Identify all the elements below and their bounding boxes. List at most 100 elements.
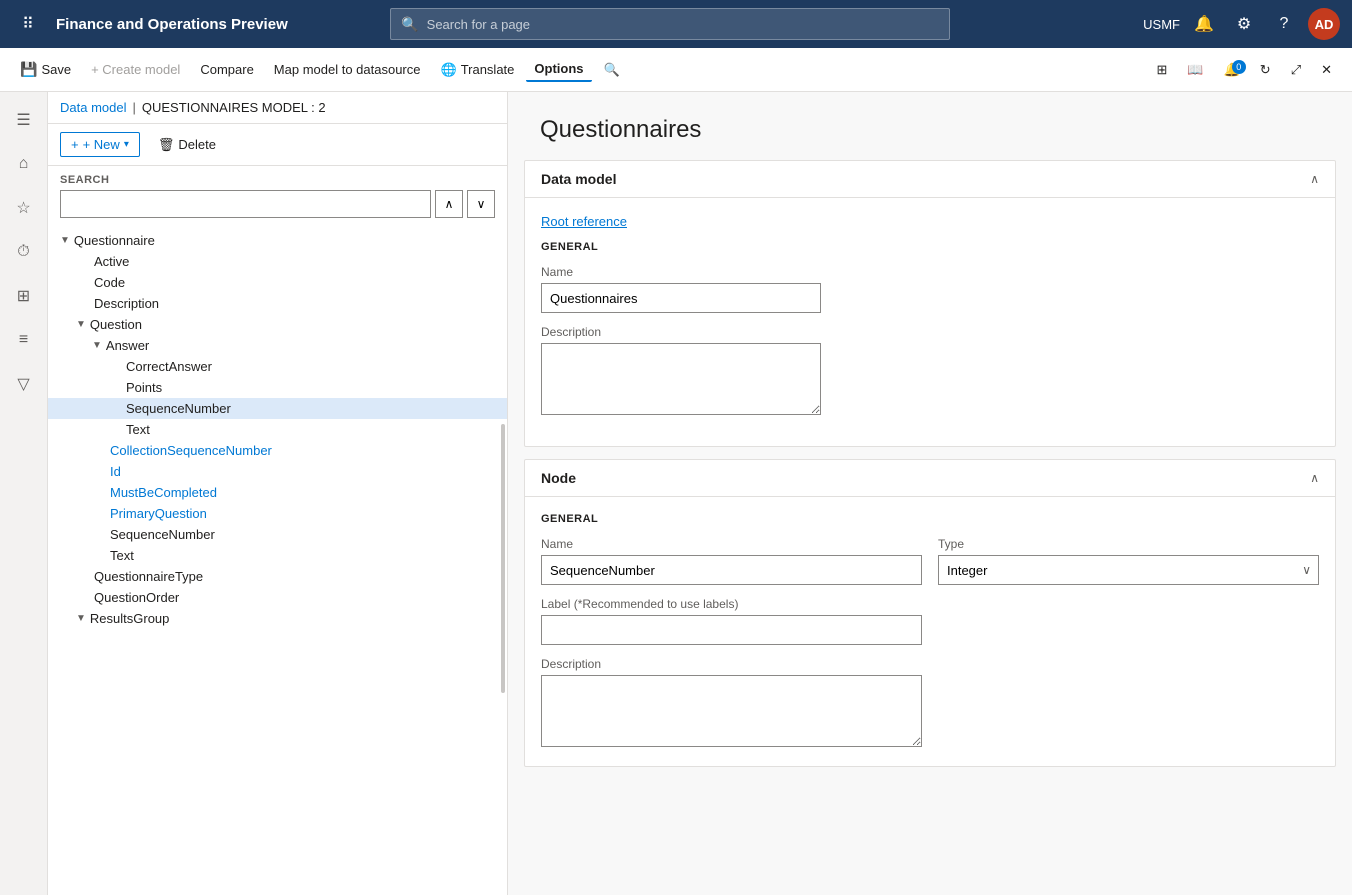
breadcrumb-separator: | — [132, 100, 135, 115]
apps-menu-button[interactable]: ⠿ — [12, 8, 44, 40]
tree-header: Data model | QUESTIONNAIRES MODEL : 2 — [48, 92, 507, 124]
data-model-general-label: GENERAL — [541, 241, 1319, 253]
tree-content: ▼ Questionnaire Active Code Description … — [48, 222, 507, 895]
filter-toolbar-button[interactable]: 🔍 — [596, 58, 628, 82]
sidebar-recent-button[interactable]: ⏱ — [4, 232, 44, 272]
delete-icon: 🗑 — [158, 137, 175, 153]
notification-toolbar-button[interactable]: 🔔 0 — [1216, 58, 1248, 82]
search-down-button[interactable]: ∨ — [467, 190, 495, 218]
toggle-questionnaire[interactable]: ▼ — [60, 235, 70, 246]
label-field-label: Label (*Recommended to use labels) — [541, 597, 922, 611]
help-button[interactable]: ? — [1268, 8, 1300, 40]
data-model-section: Data model ∧ Root reference GENERAL Name… — [524, 160, 1336, 447]
search-row: ∧ ∨ — [60, 190, 495, 218]
label-field-group: Label (*Recommended to use labels) — [541, 597, 922, 645]
tree-item-answer[interactable]: ▼ Answer — [48, 335, 507, 356]
expand-button[interactable]: ⤢ — [1283, 58, 1309, 82]
notifications-button[interactable]: 🔔 — [1188, 8, 1220, 40]
tree-item-code[interactable]: Code — [48, 272, 507, 293]
data-model-section-header[interactable]: Data model ∧ — [525, 161, 1335, 198]
node-description-textarea[interactable] — [541, 675, 922, 747]
sidebar-home-button[interactable]: ⌂ — [4, 144, 44, 184]
root-reference-link[interactable]: Root reference — [541, 214, 1319, 241]
tree-item-questionnaire[interactable]: ▼ Questionnaire — [48, 230, 507, 251]
tree-item-description[interactable]: Description — [48, 293, 507, 314]
toggle-answer[interactable]: ▼ — [92, 340, 102, 351]
search-input[interactable] — [427, 17, 940, 32]
tree-item-text-answer[interactable]: Text — [48, 419, 507, 440]
tree-item-collectionsequencenumber[interactable]: CollectionSequenceNumber — [48, 440, 507, 461]
sidebar-favorites-button[interactable]: ☆ — [4, 188, 44, 228]
scrollbar[interactable] — [501, 424, 505, 693]
bookmark-button[interactable]: 📖 — [1179, 58, 1211, 82]
refresh-button[interactable]: ↻ — [1252, 58, 1279, 82]
name-field-label: Name — [541, 265, 1319, 279]
tree-item-questionorder[interactable]: QuestionOrder — [48, 587, 507, 608]
puzzle-icon: ⊞ — [1157, 62, 1168, 78]
node-name-input[interactable] — [541, 555, 922, 585]
tree-item-id[interactable]: Id — [48, 461, 507, 482]
node-section-header[interactable]: Node ∧ — [525, 460, 1335, 497]
search-up-button[interactable]: ∧ — [435, 190, 463, 218]
company-label: USMF — [1143, 17, 1180, 32]
type-field-label: Type — [938, 537, 1319, 551]
search-icon: 🔍 — [401, 16, 418, 33]
tree-item-sequencenumber[interactable]: SequenceNumber — [48, 398, 507, 419]
compare-button[interactable]: Compare — [192, 58, 261, 81]
new-button[interactable]: + + New ▾ — [60, 132, 140, 157]
node-description-field-group: Description — [541, 657, 922, 750]
tree-item-questionnairetype[interactable]: QuestionnaireType — [48, 566, 507, 587]
description-field-textarea[interactable] — [541, 343, 821, 415]
filter-icon: 🔍 — [604, 62, 620, 78]
tree-item-mustbecompleted[interactable]: MustBeCompleted — [48, 482, 507, 503]
toggle-resultsgroup[interactable]: ▼ — [76, 613, 86, 624]
name-field-input[interactable] — [541, 283, 821, 313]
sidebar-list-button[interactable]: ≡ — [4, 320, 44, 360]
tree-item-text-question[interactable]: Text — [48, 545, 507, 566]
node-section-title: Node — [541, 470, 576, 486]
label-field-input[interactable] — [541, 615, 922, 645]
sidebar-menu-button[interactable]: ☰ — [4, 100, 44, 140]
global-search[interactable]: 🔍 — [390, 8, 950, 40]
tree-item-correctanswer[interactable]: CorrectAnswer — [48, 356, 507, 377]
map-button[interactable]: Map model to datasource — [266, 58, 429, 81]
delete-button[interactable]: 🗑 Delete — [148, 133, 226, 157]
tree-panel: Data model | QUESTIONNAIRES MODEL : 2 + … — [48, 92, 508, 895]
node-section-body: GENERAL Name Label (*Recommended to use … — [525, 497, 1335, 766]
type-field-group: Type Integer String Real Boolean Date Da… — [938, 537, 1319, 585]
top-nav-right: USMF 🔔 ⚙ ? AD — [1143, 8, 1340, 40]
avatar[interactable]: AD — [1308, 8, 1340, 40]
collapse-node-button[interactable]: ∧ — [1310, 471, 1319, 485]
tree-item-sequencenumber2[interactable]: SequenceNumber — [48, 524, 507, 545]
puzzle-button[interactable]: ⊞ — [1149, 58, 1176, 82]
breadcrumb-current: QUESTIONNAIRES MODEL : 2 — [142, 100, 326, 115]
breadcrumb-link[interactable]: Data model — [60, 100, 126, 115]
name-field-group: Name — [541, 265, 1319, 313]
filter-sidebar-icon: ▽ — [17, 374, 29, 394]
tree-item-primaryquestion[interactable]: PrimaryQuestion — [48, 503, 507, 524]
down-icon: ∨ — [477, 197, 486, 211]
tree-item-resultsgroup[interactable]: ▼ ResultsGroup — [48, 608, 507, 629]
create-model-button[interactable]: + Create model — [83, 58, 188, 81]
sidebar-icons: ☰ ⌂ ☆ ⏱ ⊞ ≡ ▽ — [0, 92, 48, 895]
type-select[interactable]: Integer String Real Boolean Date DateTim… — [938, 555, 1319, 585]
sidebar-workspaces-button[interactable]: ⊞ — [4, 276, 44, 316]
save-button[interactable]: 💾 Save — [12, 57, 79, 82]
toggle-question[interactable]: ▼ — [76, 319, 86, 330]
new-chevron-icon: ▾ — [124, 139, 129, 150]
collapse-data-model-button[interactable]: ∧ — [1310, 172, 1319, 186]
description-field-label: Description — [541, 325, 1319, 339]
options-button[interactable]: Options — [526, 57, 591, 82]
node-description-label: Description — [541, 657, 922, 671]
grid-icon: ⊞ — [17, 286, 30, 306]
tree-item-points[interactable]: Points — [48, 377, 507, 398]
node-name-col: Name Label (*Recommended to use labels) … — [541, 537, 922, 750]
close-button[interactable]: ✕ — [1313, 58, 1340, 82]
tree-item-active[interactable]: Active — [48, 251, 507, 272]
translate-button[interactable]: 🌐 Translate — [433, 58, 523, 82]
type-select-wrapper: Integer String Real Boolean Date DateTim… — [938, 555, 1319, 585]
tree-search-input[interactable] — [60, 190, 431, 218]
tree-item-question[interactable]: ▼ Question — [48, 314, 507, 335]
sidebar-filter-button[interactable]: ▽ — [4, 364, 44, 404]
settings-button[interactable]: ⚙ — [1228, 8, 1260, 40]
